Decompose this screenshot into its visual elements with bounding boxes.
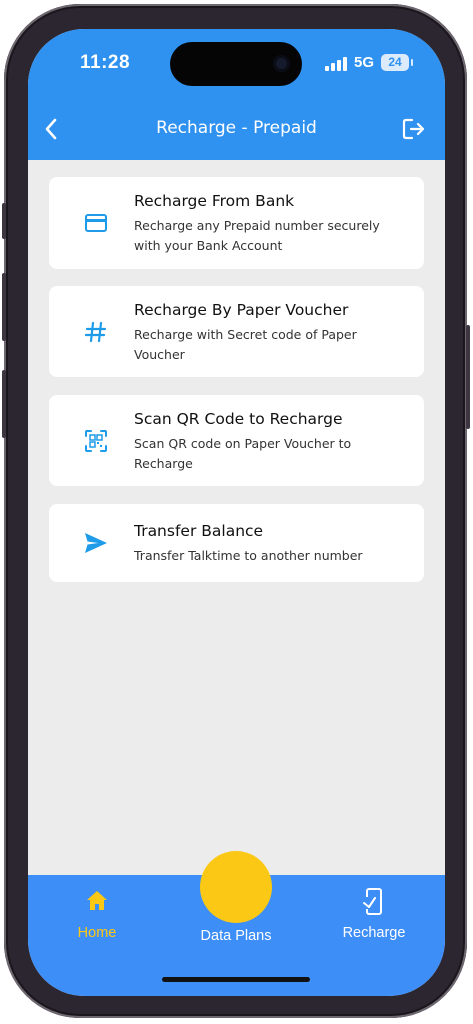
card-description: Recharge with Secret code of Paper Vouch… (134, 327, 357, 362)
logout-icon (402, 118, 425, 140)
app-screen: 11:28 5G 24 Recharge - Prepaid Recharge … (28, 29, 445, 996)
logout-button[interactable] (401, 116, 427, 142)
app-header: 11:28 5G 24 Recharge - Prepaid (28, 29, 445, 160)
status-time: 11:28 (80, 52, 131, 73)
credit-card-icon (85, 214, 107, 232)
page-title: Recharge - Prepaid (156, 118, 317, 138)
nav-item-home[interactable]: Home (62, 889, 132, 941)
side-button (2, 370, 6, 438)
nav-item-data-plans[interactable]: Data Plans (186, 928, 286, 944)
card-title: Transfer Balance (134, 522, 264, 540)
send-icon (85, 533, 107, 553)
qr-code-scan-icon (85, 430, 107, 452)
side-button (2, 203, 6, 239)
camera-icon (273, 55, 290, 72)
card-description: Scan QR code on Paper Voucher to Recharg… (134, 436, 352, 471)
nav-label-home: Home (77, 925, 117, 941)
data-plans-fab-button[interactable] (200, 851, 272, 923)
card-title: Scan QR Code to Recharge (134, 410, 343, 428)
nav-label-data-plans: Data Plans (200, 928, 272, 944)
network-type: 5G (354, 54, 375, 71)
option-card-recharge-from-bank[interactable]: Recharge From Bank Recharge any Prepaid … (49, 177, 424, 269)
option-card-scan-qr[interactable]: Scan QR Code to Recharge Scan QR code on… (49, 395, 424, 486)
option-card-paper-voucher[interactable]: Recharge By Paper Voucher Recharge with … (49, 286, 424, 377)
side-button (466, 325, 470, 429)
card-title: Recharge By Paper Voucher (134, 301, 349, 319)
battery-tip (411, 59, 413, 66)
option-card-transfer-balance[interactable]: Transfer Balance Transfer Talktime to an… (49, 504, 424, 582)
dynamic-island (170, 42, 302, 86)
mobile-check-icon (363, 888, 382, 915)
card-description: Transfer Talktime to another number (134, 548, 363, 563)
side-button (2, 273, 6, 341)
nav-item-recharge[interactable]: Recharge (334, 887, 414, 941)
home-icon (87, 891, 107, 910)
signal-icon (325, 57, 349, 71)
card-description: Recharge any Prepaid number securely wit… (134, 218, 380, 253)
battery-icon: 24 (381, 54, 409, 71)
home-indicator (162, 977, 310, 982)
nav-label-recharge: Recharge (342, 925, 406, 941)
hash-icon (84, 321, 107, 343)
card-title: Recharge From Bank (134, 192, 295, 210)
